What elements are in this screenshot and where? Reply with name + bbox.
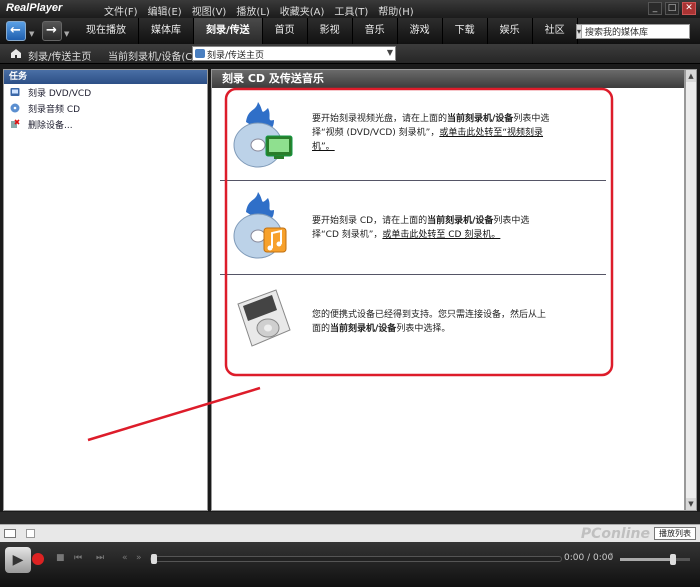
task-label: 刻录 DVD/VCD: [28, 88, 92, 99]
time-display: 0:00 / 0:00: [564, 553, 614, 563]
speaker-icon[interactable]: ♪: [608, 552, 614, 562]
vertical-scrollbar[interactable]: ▲ ▼: [685, 69, 697, 511]
tab-entertainment[interactable]: 娱乐: [488, 18, 533, 44]
tab-now-playing[interactable]: 现在播放: [74, 18, 139, 44]
portable-device-text: 您的便携式设备已经得到支持。您只需连接设备，然后从上面的当前刻录机/设备列表中选…: [312, 310, 547, 334]
tasks-header: 任务: [4, 70, 207, 84]
section-divider: [220, 180, 606, 181]
task-burn-dvd-vcd[interactable]: 刻录 DVD/VCD: [4, 84, 207, 100]
menu-view[interactable]: 视图(V): [192, 3, 227, 18]
back-history-dropdown-icon[interactable]: ▼: [29, 30, 34, 38]
realplayer-logo: RealPlayer: [6, 2, 63, 14]
page-title: 刻录 CD 及传送音乐: [212, 70, 684, 88]
cd-burn-text: 要开始刻录 CD，请在上面的当前刻录机/设备列表中选择“CD 刻录机”，或单击此…: [312, 216, 530, 240]
breadcrumb: 刻录/传送主页 当前刻录机/设备(C) 刻录/传送主页 ▼: [0, 44, 700, 64]
task-delete-device[interactable]: 删除设备...: [4, 116, 207, 132]
toggle-view-button[interactable]: [4, 529, 16, 538]
volume-handle[interactable]: [669, 554, 676, 565]
cd-burn-icon[interactable]: [228, 190, 298, 262]
page-icon: [195, 49, 205, 58]
cd-audio-icon: [10, 103, 20, 113]
window-controls: _ □ ✕: [648, 2, 696, 15]
address-text: 刻录/传送主页: [207, 51, 265, 61]
seek-handle[interactable]: [151, 554, 157, 564]
search-input[interactable]: [582, 25, 700, 38]
tab-community[interactable]: 社区: [533, 18, 578, 44]
current-device-menu[interactable]: 当前刻录机/设备(C): [108, 48, 196, 63]
back-button[interactable]: ←: [6, 21, 26, 41]
section-divider: [220, 274, 606, 275]
task-label: 删除设备...: [28, 120, 73, 131]
volume-fill: [620, 558, 673, 561]
previous-icon[interactable]: ⏮: [74, 553, 82, 563]
menu-edit[interactable]: 编辑(E): [148, 3, 182, 18]
tab-video[interactable]: 影视: [308, 18, 353, 44]
volume-slider[interactable]: [620, 554, 690, 565]
video-burn-text: 要开始刻录视频光盘，请在上面的当前刻录机/设备列表中选择“视频 (DVD/VCD…: [312, 114, 550, 152]
minimize-button[interactable]: _: [648, 2, 662, 15]
task-label: 刻录音频 CD: [28, 104, 81, 115]
menu-help[interactable]: 帮助(H): [378, 3, 413, 18]
cd-burner-link[interactable]: 或单击此处转至 CD 刻录机。: [382, 230, 500, 240]
task-burn-audio-cd[interactable]: 刻录音频 CD: [4, 100, 207, 116]
dvd-icon: [10, 88, 20, 96]
close-button[interactable]: ✕: [682, 2, 696, 15]
info-bar: PConline 播放列表: [0, 524, 700, 542]
portable-device-icon[interactable]: [228, 284, 300, 356]
main-tabs: 现在播放 媒体库 刻录/传送 首页 影视 音乐 游戏 下载 娱乐 社区: [74, 18, 578, 44]
delete-device-icon: [11, 119, 20, 128]
forward-button[interactable]: →: [42, 21, 62, 41]
breadcrumb-home-link[interactable]: 刻录/传送主页: [28, 48, 91, 63]
tab-music[interactable]: 音乐: [353, 18, 398, 44]
home-icon[interactable]: [10, 48, 22, 59]
nav-bar: ← ▼ → ▼ 现在播放 媒体库 刻录/传送 首页 影视 音乐 游戏 下载 娱乐…: [0, 18, 700, 44]
play-icon[interactable]: ▶: [5, 547, 31, 573]
menu-bar: 文件(F) 编辑(E) 视图(V) 播放(L) 收藏夹(A) 工具(T) 帮助(…: [104, 3, 414, 18]
forward-arrow-icon: →: [46, 23, 57, 38]
tab-games[interactable]: 游戏: [398, 18, 443, 44]
playlist-button[interactable]: 播放列表: [654, 527, 696, 540]
tab-burn-transfer[interactable]: 刻录/传送: [194, 18, 263, 44]
video-burn-icon[interactable]: [228, 100, 298, 170]
record-icon[interactable]: [32, 553, 44, 565]
player-controls: ▶ ■ ⏮ ⏭ « » 0:00 / 0:00 ♪: [0, 542, 700, 587]
next-icon[interactable]: ⏭: [96, 553, 104, 563]
tab-library[interactable]: 媒体库: [139, 18, 194, 44]
rewind-icon[interactable]: «: [122, 553, 128, 563]
fast-forward-icon[interactable]: »: [136, 553, 142, 563]
title-bar: RealPlayer 文件(F) 编辑(E) 视图(V) 播放(L) 收藏夹(A…: [0, 0, 700, 18]
status-bar: [0, 512, 700, 524]
mini-mode-button[interactable]: [26, 529, 35, 538]
tab-downloads[interactable]: 下载: [443, 18, 488, 44]
tab-home[interactable]: 首页: [263, 18, 308, 44]
menu-file[interactable]: 文件(F): [104, 3, 138, 18]
pconline-watermark: PConline: [580, 526, 650, 542]
stop-icon[interactable]: ■: [56, 553, 65, 563]
maximize-button[interactable]: □: [665, 2, 679, 15]
menu-play[interactable]: 播放(L): [236, 3, 269, 18]
menu-favorites[interactable]: 收藏夹(A): [280, 3, 325, 18]
back-arrow-icon: ←: [10, 23, 21, 38]
forward-history-dropdown-icon[interactable]: ▼: [64, 30, 69, 38]
scroll-up-icon[interactable]: ▲: [686, 70, 696, 82]
task-sidebar: 任务 刻录 DVD/VCD 刻录音频 CD 删除设备...: [3, 69, 208, 511]
search-box: ▾ ›: [576, 24, 700, 39]
menu-tools[interactable]: 工具(T): [334, 3, 368, 18]
scroll-down-icon[interactable]: ▼: [686, 498, 696, 510]
main-content: 刻录 CD 及传送音乐 要开始刻录视频光盘，请在上面的当前刻录机/设备列表中选择…: [211, 69, 685, 511]
seek-slider[interactable]: [150, 554, 562, 564]
address-dropdown[interactable]: 刻录/传送主页 ▼: [192, 46, 396, 61]
chevron-down-icon[interactable]: ▼: [387, 48, 393, 57]
